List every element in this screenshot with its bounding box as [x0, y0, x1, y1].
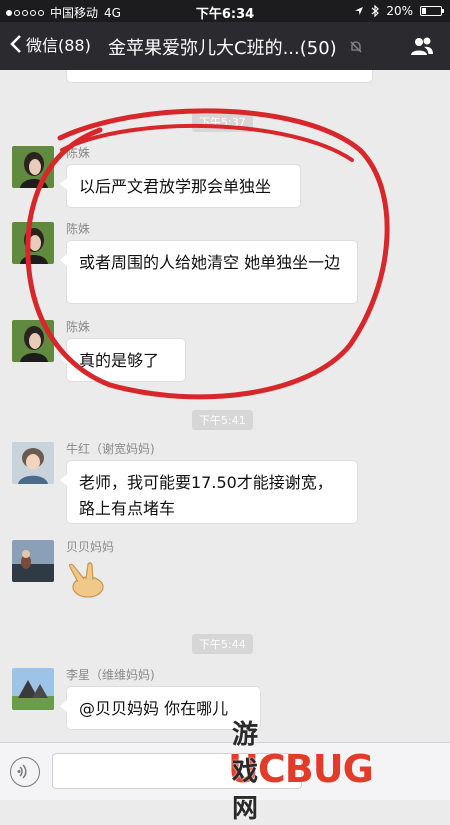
chevron-left-icon — [10, 35, 21, 53]
avatar[interactable] — [12, 668, 54, 710]
timestamp: 下午5:41 — [192, 410, 253, 430]
muted-bell-icon — [350, 41, 362, 53]
previous-message-bubble — [66, 70, 373, 83]
nav-bar: 微信(88) 金苹果爱弥儿大C班的...(50) — [0, 22, 450, 70]
status-right: 20% — [354, 4, 444, 18]
voice-icon — [17, 764, 27, 779]
battery-icon — [420, 6, 444, 16]
chat-area[interactable]: 下午5:37 陈姝 以后严文君放学那会单独坐 陈姝 或者周围的人给她清空 她单独… — [0, 70, 450, 742]
message-bubble[interactable]: 老师，我可能要17.50才能接谢宽，路上有点堵车 — [60, 460, 358, 524]
chat-title-text: 金苹果爱弥儿大C班的...(50) — [108, 38, 337, 59]
avatar[interactable] — [12, 540, 54, 582]
watermark-brand-right: 游戏网 — [232, 719, 259, 824]
location-icon — [355, 7, 364, 15]
timestamp: 下午5:37 — [192, 112, 253, 132]
avatar[interactable] — [12, 146, 54, 188]
voice-input-button[interactable] — [10, 757, 40, 787]
timestamp: 下午5:44 — [192, 634, 253, 654]
message-bubble[interactable]: 或者周围的人给她清空 她单独坐一边 — [60, 240, 358, 304]
sender-name: 陈姝 — [66, 320, 91, 334]
chat-title: 金苹果爱弥儿大C班的...(50) — [108, 34, 363, 60]
avatar[interactable] — [12, 222, 54, 264]
sender-name: 贝贝妈妈 — [66, 540, 115, 554]
people-icon — [411, 37, 433, 55]
sender-name: 牛红（谢宽妈妈) — [66, 442, 155, 456]
battery-percent: 20% — [386, 4, 413, 18]
avatar[interactable] — [12, 442, 54, 484]
sender-name: 陈姝 — [66, 146, 91, 160]
input-bar — [0, 742, 450, 800]
sender-name: 陈姝 — [66, 222, 91, 236]
peace-hand-emoji-icon[interactable] — [66, 562, 110, 598]
group-members-button[interactable] — [410, 36, 434, 60]
bluetooth-icon — [371, 5, 380, 17]
back-label: 微信(88) — [26, 36, 91, 55]
message-bubble[interactable]: 以后严文君放学那会单独坐 — [60, 164, 301, 208]
message-bubble[interactable]: 真的是够了 — [60, 338, 186, 382]
sender-name: 李星（维维妈妈) — [66, 668, 155, 682]
avatar[interactable] — [12, 320, 54, 362]
status-bar: 中国移动 4G 下午6:34 20% — [0, 0, 450, 22]
back-button[interactable]: 微信(88) — [10, 32, 91, 56]
